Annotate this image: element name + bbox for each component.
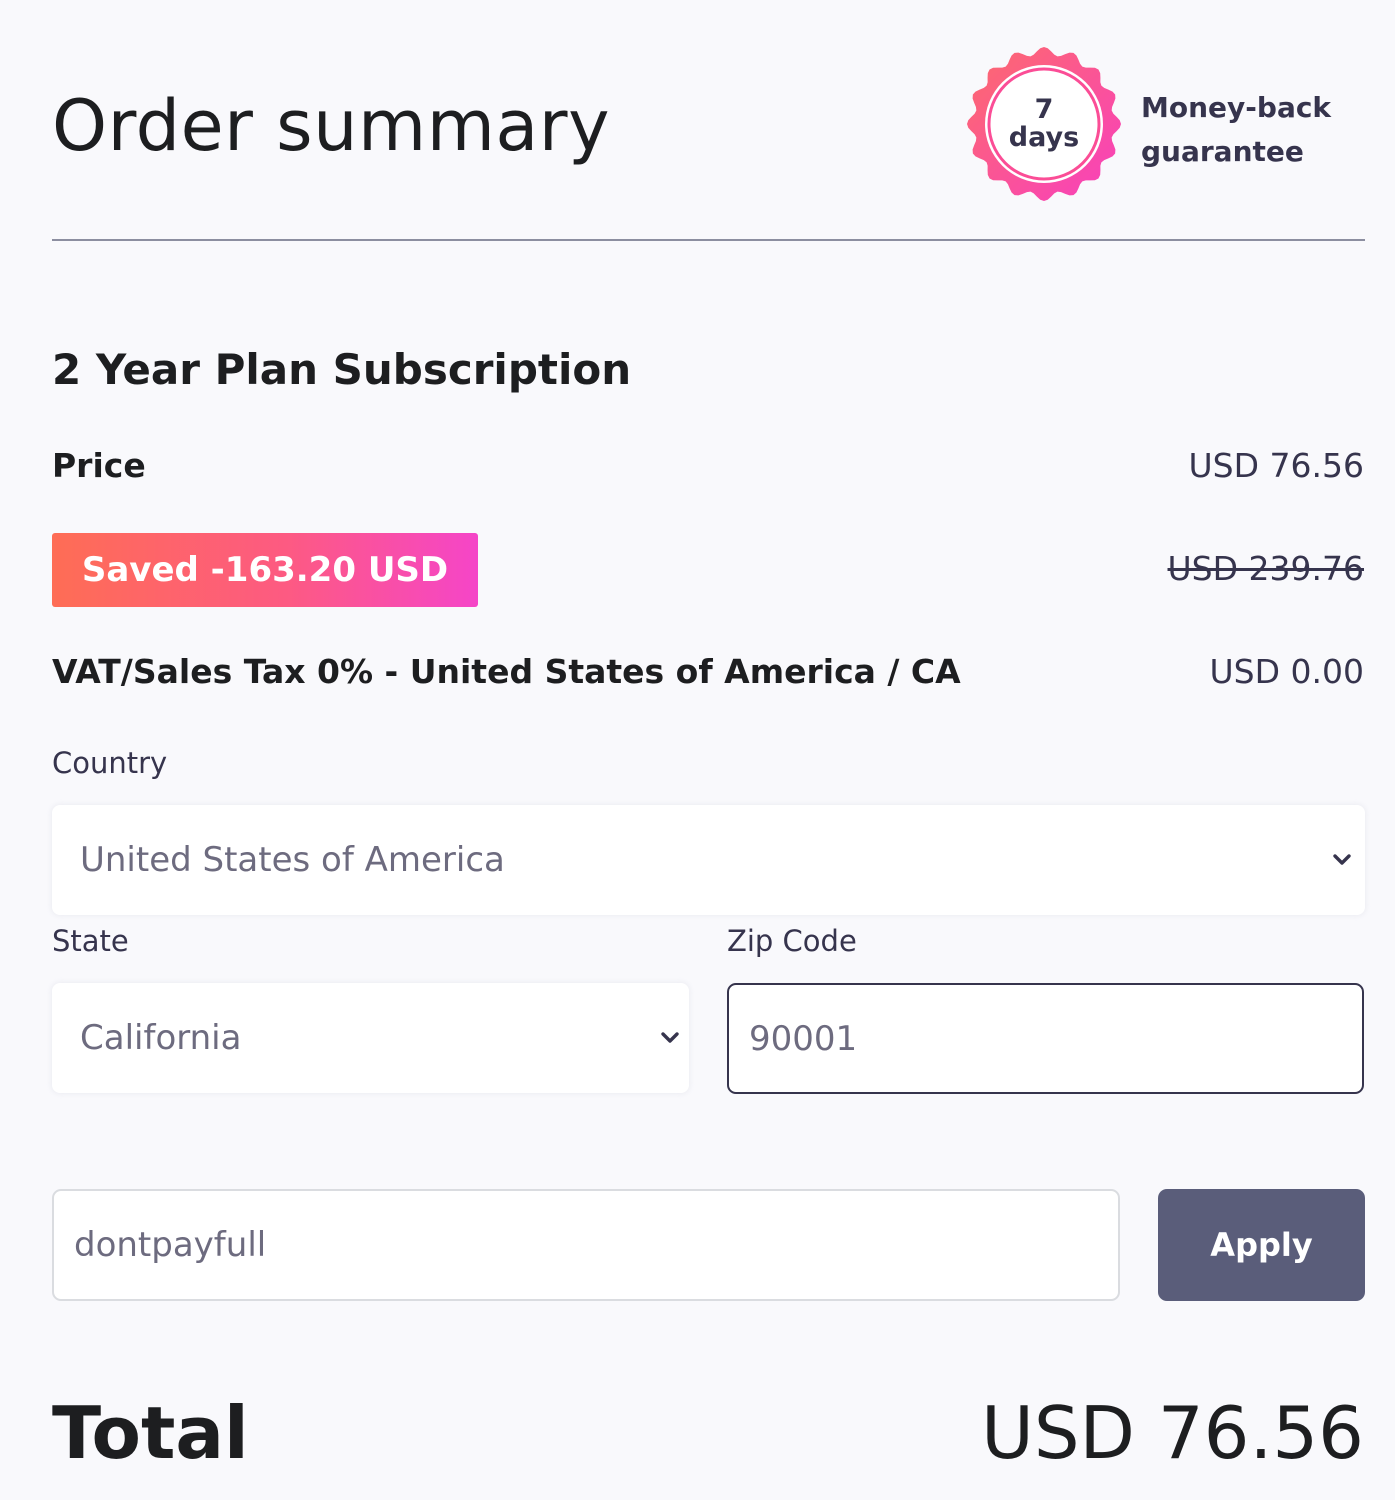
price-label: Price — [52, 446, 146, 485]
zip-label: Zip Code — [727, 924, 857, 958]
header-divider — [52, 239, 1365, 241]
chevron-down-icon — [1333, 854, 1351, 865]
coupon-code-input[interactable]: dontpayfull — [52, 1189, 1120, 1301]
tax-value: USD 0.00 — [1209, 652, 1364, 691]
money-back-badge: 7 days — [966, 46, 1122, 202]
original-price: USD 239.76 — [1167, 549, 1364, 588]
apply-button[interactable]: Apply — [1158, 1189, 1365, 1301]
state-value: California — [80, 1018, 242, 1058]
chevron-down-icon — [661, 1032, 679, 1043]
price-value: USD 76.56 — [1188, 446, 1364, 485]
state-label: State — [52, 924, 129, 958]
plan-name: 2 Year Plan Subscription — [52, 345, 632, 394]
country-label: Country — [52, 746, 168, 780]
guarantee-line-2: guarantee — [1141, 135, 1304, 168]
guarantee-line-1: Money-back — [1141, 91, 1332, 124]
savings-badge: Saved -163.20 USD — [52, 533, 478, 607]
state-select[interactable]: California — [52, 983, 689, 1093]
tax-label: VAT/Sales Tax 0% - United States of Amer… — [52, 652, 961, 691]
guarantee-text: Money-back guarantee — [1141, 86, 1371, 174]
total-value: USD 76.56 — [981, 1391, 1364, 1475]
coupon-value: dontpayfull — [74, 1225, 267, 1265]
zip-code-input[interactable]: 90001 — [727, 983, 1364, 1094]
page-title: Order summary — [52, 85, 610, 167]
country-value: United States of America — [80, 840, 505, 880]
total-label: Total — [52, 1391, 249, 1475]
country-select[interactable]: United States of America — [52, 805, 1365, 915]
zip-value: 90001 — [749, 1018, 858, 1059]
badge-unit: days — [1008, 122, 1080, 153]
badge-number: 7 — [1034, 94, 1054, 125]
